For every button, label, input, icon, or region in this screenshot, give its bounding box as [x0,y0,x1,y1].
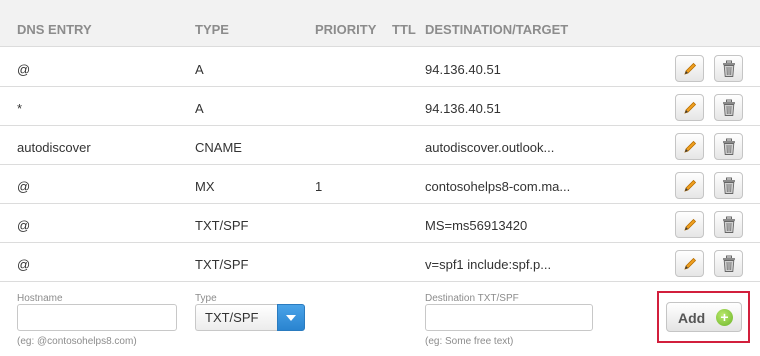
header-type: TYPE [195,22,229,37]
delete-button[interactable] [714,250,743,277]
type-select-value: TXT/SPF [195,304,277,331]
cell-destination: 94.136.40.51 [425,101,501,116]
delete-button[interactable] [714,94,743,121]
pencil-icon [682,178,698,194]
header-priority: PRIORITY [315,22,377,37]
cell-type: A [195,62,204,77]
cell-dns-entry: @ [17,257,31,272]
cell-dns-entry: * [17,101,23,116]
chevron-down-icon[interactable] [277,304,305,331]
pencil-icon [682,217,698,233]
cell-dns-entry: @ [17,218,31,233]
cell-type: TXT/SPF [195,218,249,233]
delete-button[interactable] [714,211,743,238]
add-button[interactable]: Add + [666,302,742,332]
hostname-label: Hostname [17,293,63,304]
cell-destination: v=spf1 include:spf.p... [425,257,552,272]
delete-button[interactable] [714,172,743,199]
cell-dns-entry: @ [17,179,31,194]
cell-destination: MS=ms56913420 [425,218,528,233]
plus-circle-icon: + [716,309,733,326]
pencil-icon [682,61,698,77]
pencil-icon [682,256,698,272]
edit-button[interactable] [675,133,704,160]
table-row: @ MX 1 contosohelps8-com.ma... [0,165,760,204]
cell-priority: 1 [315,179,323,194]
cell-dns-entry: autodiscover [17,140,91,155]
add-button-highlight: Add + [657,291,750,343]
type-select[interactable]: TXT/SPF [195,304,305,331]
trash-icon [721,255,737,273]
type-label: Type [195,293,217,304]
cell-destination: 94.136.40.51 [425,62,501,77]
destination-hint: (eg: Some free text) [425,336,514,347]
add-button-label: Add [678,310,706,326]
cell-type: A [195,101,204,116]
cell-type: TXT/SPF [195,257,249,272]
edit-button[interactable] [675,94,704,121]
cell-type: MX [195,179,215,194]
trash-icon [721,60,737,78]
trash-icon [721,99,737,117]
header-destination: DESTINATION/TARGET [425,22,569,37]
edit-button[interactable] [675,55,704,82]
pencil-icon [682,139,698,155]
edit-button[interactable] [675,172,704,199]
hostname-hint: (eg: @contosohelps8.com) [17,336,137,347]
cell-type: CNAME [195,140,242,155]
table-row: * A 94.136.40.51 [0,87,760,126]
trash-icon [721,177,737,195]
table-row: @ TXT/SPF MS=ms56913420 [0,204,760,243]
cell-dns-entry: @ [17,62,31,77]
header-ttl: TTL [392,22,416,37]
trash-icon [721,216,737,234]
table-row: autodiscover CNAME autodiscover.outlook... [0,126,760,165]
table-row: @ TXT/SPF v=spf1 include:spf.p... [0,243,760,282]
header-dns-entry: DNS ENTRY [17,22,92,37]
hostname-input[interactable] [17,304,177,331]
destination-label: Destination TXT/SPF [425,293,519,304]
edit-button[interactable] [675,250,704,277]
cell-destination: autodiscover.outlook... [425,140,555,155]
trash-icon [721,138,737,156]
cell-destination: contosohelps8-com.ma... [425,179,571,194]
delete-button[interactable] [714,133,743,160]
destination-input[interactable] [425,304,593,331]
edit-button[interactable] [675,211,704,238]
table-row: @ A 94.136.40.51 [0,48,760,87]
pencil-icon [682,100,698,116]
delete-button[interactable] [714,55,743,82]
table-header: DNS ENTRY TYPE PRIORITY TTL DESTINATION/… [0,0,760,47]
